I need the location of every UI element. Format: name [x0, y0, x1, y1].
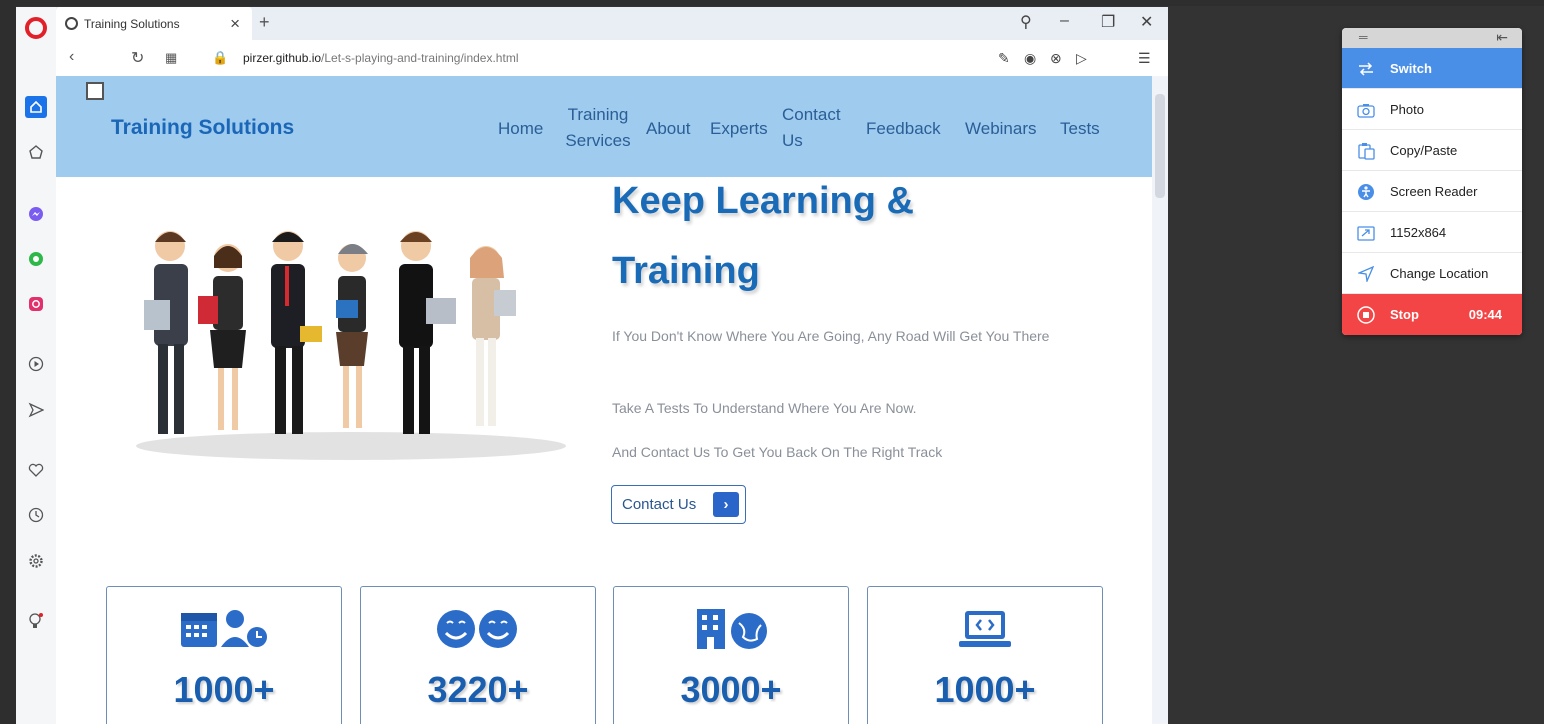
- screen-top-border: [0, 0, 1544, 6]
- tabs-grid-icon[interactable]: ▦: [165, 50, 177, 66]
- lightbulb-icon[interactable]: [25, 610, 47, 632]
- reload-icon[interactable]: ↻: [131, 48, 144, 68]
- camera-icon[interactable]: ◉: [1024, 50, 1036, 67]
- copy-paste-label: Copy/Paste: [1390, 142, 1458, 158]
- hero-title-line2: Training: [612, 250, 760, 292]
- stat-card: 1000+: [106, 586, 342, 724]
- stat-card: 1000+: [867, 586, 1103, 724]
- instagram-icon[interactable]: [25, 293, 47, 315]
- collapse-panel-icon[interactable]: ⇤: [1496, 29, 1508, 46]
- contact-us-label: Contact Us: [622, 496, 697, 513]
- globe-icon: [65, 17, 78, 30]
- contact-us-button[interactable]: Contact Us ›: [611, 485, 746, 524]
- send-icon[interactable]: [25, 399, 47, 421]
- team-illustration: [136, 231, 566, 460]
- screen-left-border: [0, 0, 16, 724]
- hero-contact-text: And Contact Us To Get You Back On The Ri…: [612, 444, 943, 460]
- web-page: Training Solutions Home Training Service…: [56, 76, 1168, 724]
- ad-block-icon[interactable]: ⊗: [1050, 50, 1062, 67]
- player-icon[interactable]: [25, 353, 47, 375]
- building-globe-icon: [614, 607, 848, 653]
- history-icon[interactable]: [25, 504, 47, 526]
- tab-title: Training Solutions: [84, 16, 180, 31]
- resize-icon: [1356, 224, 1376, 242]
- flow-send-icon[interactable]: ▷: [1076, 50, 1087, 67]
- stat-value: 3220+: [427, 669, 529, 710]
- nav-feedback[interactable]: Feedback: [866, 116, 941, 142]
- settings-gear-icon[interactable]: [25, 550, 47, 572]
- site-logo[interactable]: Training Solutions: [111, 116, 294, 140]
- opera-sidebar: [16, 7, 56, 724]
- search-tabs-icon[interactable]: ⚲: [1020, 12, 1032, 32]
- location-arrow-icon: [1356, 265, 1376, 283]
- scrollbar-thumb[interactable]: [1155, 94, 1165, 198]
- switch-label: Switch: [1390, 60, 1432, 76]
- nav-contact-us[interactable]: Contact Us: [782, 102, 860, 154]
- extension-panel: ═ ⇤ Switch Photo Copy/Paste Screen Reade…: [1342, 28, 1522, 335]
- drag-grip-icon[interactable]: ═: [1359, 30, 1368, 44]
- menu-toggle-checkbox[interactable]: [86, 82, 104, 100]
- easy-setup-icon[interactable]: ☰: [1138, 50, 1151, 67]
- resolution-button[interactable]: 1152x864: [1342, 212, 1522, 253]
- minimize-icon[interactable]: –: [1060, 12, 1069, 30]
- back-icon[interactable]: ‹: [69, 48, 74, 66]
- photo-label: Photo: [1390, 101, 1424, 117]
- change-location-button[interactable]: Change Location: [1342, 253, 1522, 294]
- resolution-label: 1152x864: [1390, 224, 1447, 240]
- tab-bar: Training Solutions × + ⚲ – ❐ ✕: [56, 7, 1168, 40]
- close-tab-icon[interactable]: ×: [230, 15, 240, 32]
- stop-button[interactable]: Stop 09:44: [1342, 294, 1522, 335]
- nav-experts[interactable]: Experts: [710, 116, 768, 142]
- hero-title-line1: Keep Learning &: [612, 180, 914, 222]
- calendar-user-icon: [107, 607, 341, 653]
- smiley-faces-icon: [361, 607, 595, 653]
- close-window-icon[interactable]: ✕: [1140, 12, 1153, 32]
- stat-card: 3220+: [360, 586, 596, 724]
- clipboard-icon: [1356, 142, 1376, 160]
- restore-icon[interactable]: ❐: [1101, 12, 1115, 32]
- nav-training-services[interactable]: Training Services: [560, 102, 636, 154]
- address-bar: ‹ ↻ ▦ 🔒 pirzer.github.io/Let-s-playing-a…: [56, 40, 1168, 76]
- home-icon[interactable]: [25, 96, 47, 118]
- opera-logo-icon[interactable]: [25, 17, 47, 39]
- stat-value: 1000+: [173, 669, 275, 710]
- edit-icon[interactable]: ✎: [998, 50, 1010, 67]
- stat-card: 3000+: [613, 586, 849, 724]
- tab-training-solutions[interactable]: Training Solutions ×: [56, 7, 252, 40]
- stat-value: 1000+: [934, 669, 1036, 710]
- messenger-icon[interactable]: [25, 203, 47, 225]
- nav-about[interactable]: About: [646, 116, 690, 142]
- browser-window: Training Solutions × + ⚲ – ❐ ✕ ‹ ↻ ▦ 🔒 p…: [16, 7, 1168, 724]
- stat-value: 3000+: [680, 669, 782, 710]
- hero-quote: If You Don't Know Where You Are Going, A…: [612, 328, 1050, 344]
- camera-icon: [1356, 101, 1376, 119]
- nav-home[interactable]: Home: [498, 116, 543, 142]
- new-tab-icon[interactable]: +: [259, 12, 270, 33]
- change-location-label: Change Location: [1390, 265, 1489, 281]
- copy-paste-button[interactable]: Copy/Paste: [1342, 130, 1522, 171]
- panel-drag-handle[interactable]: ═ ⇤: [1342, 28, 1522, 48]
- screen-reader-button[interactable]: Screen Reader: [1342, 171, 1522, 212]
- hero-tests-text: Take A Tests To Understand Where You Are…: [612, 400, 917, 416]
- speed-dial-icon[interactable]: [25, 141, 47, 163]
- accessibility-icon: [1356, 183, 1376, 201]
- nav-tests[interactable]: Tests: [1060, 116, 1100, 142]
- whatsapp-icon[interactable]: [25, 248, 47, 270]
- session-timer: 09:44: [1468, 307, 1502, 322]
- photo-button[interactable]: Photo: [1342, 89, 1522, 130]
- lock-icon: 🔒: [212, 50, 229, 65]
- stop-label: Stop: [1390, 307, 1419, 322]
- heart-icon[interactable]: [25, 459, 47, 481]
- chevron-right-icon: ›: [713, 492, 739, 517]
- laptop-code-icon: [868, 607, 1102, 653]
- nav-webinars[interactable]: Webinars: [965, 116, 1037, 142]
- switch-icon: [1356, 60, 1376, 78]
- switch-button[interactable]: Switch: [1342, 48, 1522, 89]
- screen-reader-label: Screen Reader: [1390, 183, 1478, 199]
- url-field[interactable]: pirzer.github.io/Let-s-playing-and-train…: [243, 51, 518, 65]
- stop-icon: [1356, 306, 1376, 324]
